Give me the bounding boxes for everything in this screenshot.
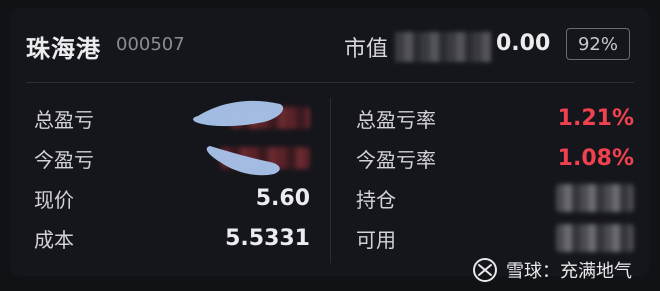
current-price-row: 现价 5.60: [34, 182, 310, 214]
market-value-label: 市值: [344, 37, 389, 62]
market-value-value: 0.00: [496, 31, 551, 56]
stock-code: 000507: [116, 34, 185, 55]
position-percent-badge[interactable]: 92%: [566, 28, 630, 60]
column-divider: [330, 98, 331, 263]
card-header: 珠海港 000507 市值 0.00 92%: [10, 8, 650, 80]
position-card: 珠海港 000507 市值 0.00 92% 总盈亏 今盈亏 现价 5.60 成…: [10, 8, 650, 276]
holdings-redacted: [556, 184, 634, 212]
today-pnl-rate-value: 1.08%: [557, 145, 634, 171]
watermark-text: 雪球：充满地气: [506, 261, 632, 282]
cost-value: 5.5331: [225, 225, 310, 251]
current-price-label: 现价: [34, 187, 74, 212]
today-pnl-rate-row: 今盈亏率 1.08%: [356, 142, 634, 174]
holdings-row: 持仓: [356, 182, 634, 214]
cost-row: 成本 5.5331: [34, 222, 310, 254]
cost-label: 成本: [34, 227, 74, 252]
watermark: 雪球：充满地气: [472, 255, 632, 285]
total-pnl-rate-value: 1.21%: [557, 105, 634, 131]
total-pnl-row: 总盈亏: [34, 100, 310, 134]
total-pnl-rate-label: 总盈亏率: [356, 107, 436, 132]
stock-name[interactable]: 珠海港: [26, 29, 101, 64]
available-label: 可用: [356, 227, 396, 252]
holdings-label: 持仓: [356, 187, 396, 212]
xueqiu-logo-icon: [473, 258, 497, 282]
available-redacted: [556, 224, 634, 252]
total-pnl-label: 总盈亏: [34, 107, 94, 132]
today-pnl-label: 今盈亏: [34, 147, 94, 172]
today-pnl-row: 今盈亏: [34, 142, 310, 176]
current-price-value: 5.60: [255, 185, 310, 211]
scribble-mark: [193, 100, 284, 127]
header-divider: [26, 82, 634, 83]
scribble-mark: [206, 146, 280, 176]
market-value-redacted: [395, 32, 491, 62]
available-row: 可用: [356, 222, 634, 254]
total-pnl-rate-row: 总盈亏率 1.21%: [356, 102, 634, 134]
today-pnl-rate-label: 今盈亏率: [356, 147, 436, 172]
